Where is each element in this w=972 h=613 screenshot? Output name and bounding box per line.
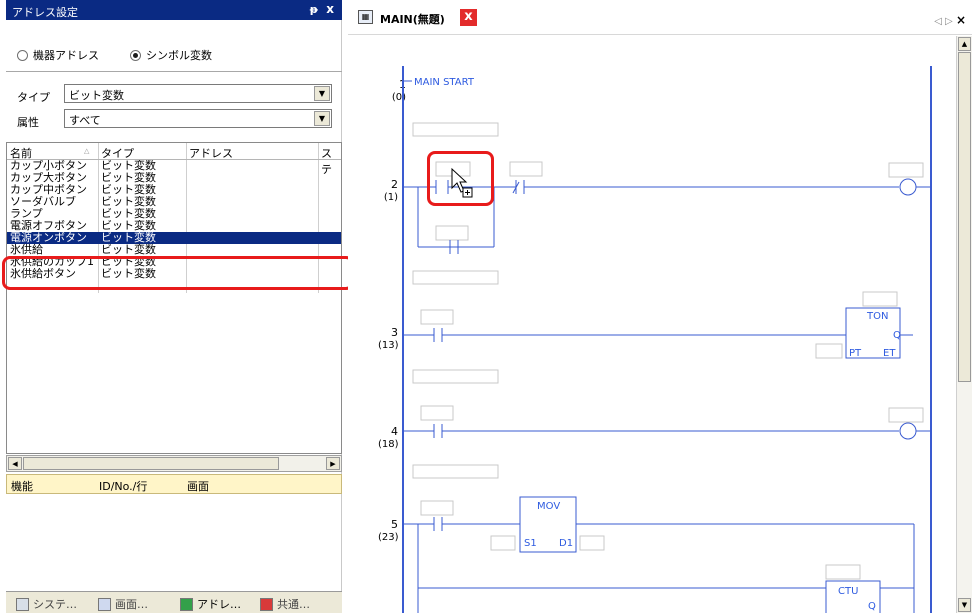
- row-name: カップ大ボタン: [10, 172, 87, 184]
- tab-system[interactable]: システ…: [16, 596, 77, 612]
- close-panel-icon[interactable]: x: [326, 2, 334, 16]
- scroll-up-icon[interactable]: ▲: [958, 37, 971, 51]
- close-tab-icon[interactable]: x: [460, 9, 477, 26]
- horizontal-scrollbar[interactable]: ◀ ▶: [6, 455, 342, 472]
- panel-title: アドレス設定: [12, 6, 78, 19]
- row-name: ソーダバルブ: [10, 196, 76, 208]
- pin-icon[interactable]: ᵽ: [310, 3, 318, 16]
- vertical-scrollbar[interactable]: ▲ ▼: [956, 36, 972, 613]
- selection-highlight: [2, 256, 354, 290]
- table-row[interactable]: ランプ ビット変数: [7, 208, 341, 220]
- svg-text:CTU: CTU: [838, 586, 858, 597]
- svg-text:Q: Q: [893, 330, 901, 341]
- row-name: カップ中ボタン: [10, 184, 87, 196]
- panel-title-bar: アドレス設定 ᵽ x: [6, 0, 342, 20]
- row-type: ビット変数: [101, 196, 156, 208]
- ladder-icon: ▦: [358, 10, 373, 24]
- bottom-tab-bar: システ… 画面… アドレ… 共通…: [6, 591, 342, 613]
- svg-text:S1: S1: [524, 538, 537, 549]
- table-row[interactable]: カップ中ボタン ビット変数: [7, 184, 341, 196]
- ladder-diagram[interactable]: MAIN START TON Q PT ET MOV S1 D1 CTU Q: [348, 36, 956, 613]
- row-name: 電源オフボタン: [10, 220, 87, 232]
- tab-nav[interactable]: ◁ ▷ ×: [934, 13, 966, 27]
- contact-highlight: [427, 151, 494, 206]
- scroll-thumb[interactable]: [958, 52, 971, 382]
- address-settings-panel: アドレス設定 ᵽ x 機器アドレス シンボル変数 タイプ ビット変数 ▼ 属性 …: [0, 0, 354, 613]
- screen-icon: [98, 598, 111, 611]
- scroll-thumb[interactable]: [23, 457, 279, 470]
- common-icon: [260, 598, 273, 611]
- document-tab-bar: ▦ MAIN(無題) x ◁ ▷ ×: [348, 0, 972, 35]
- col-type[interactable]: タイプ: [101, 145, 134, 161]
- chevron-down-icon[interactable]: ▼: [314, 111, 330, 126]
- row-type: ビット変数: [101, 172, 156, 184]
- row-name: カップ小ボタン: [10, 160, 87, 172]
- type-label: タイプ: [17, 91, 50, 104]
- svg-text:TON: TON: [866, 311, 888, 322]
- row-name: 氷供給: [10, 244, 43, 256]
- row-type: ビット変数: [101, 160, 156, 172]
- symbol-table: 名前 △ タイプ アドレス ステ カップ小ボタン ビット変数 カップ大ボタン ビット変…: [6, 142, 342, 454]
- address-icon: [180, 598, 193, 611]
- tab-common[interactable]: 共通…: [260, 596, 310, 612]
- main-start-label: MAIN START: [414, 77, 475, 88]
- table-row[interactable]: カップ小ボタン ビット変数: [7, 160, 341, 172]
- ladder-editor: ▦ MAIN(無題) x ◁ ▷ × 1(0) 2(1) 3(13) 4(18)…: [348, 0, 972, 613]
- svg-text:PT: PT: [849, 348, 862, 359]
- table-row[interactable]: 電源オフボタン ビット変数: [7, 220, 341, 232]
- svg-text:Q: Q: [868, 601, 876, 612]
- row-name: ランプ: [10, 208, 43, 220]
- chevron-down-icon[interactable]: ▼: [314, 86, 330, 101]
- row-type: ビット変数: [101, 220, 156, 232]
- table-row[interactable]: 氷供給 ビット変数: [7, 244, 341, 256]
- radio-device-address[interactable]: 機器アドレス: [17, 47, 99, 63]
- row-type: ビット変数: [101, 244, 156, 256]
- radio-circle-icon[interactable]: [17, 50, 28, 61]
- scroll-down-icon[interactable]: ▼: [958, 598, 971, 612]
- table-row[interactable]: ソーダバルブ ビット変数: [7, 196, 341, 208]
- scroll-right-icon[interactable]: ▶: [326, 457, 340, 470]
- sort-icon: △: [84, 147, 90, 155]
- type-select[interactable]: ビット変数 ▼: [64, 84, 332, 103]
- divider: [6, 71, 342, 72]
- system-icon: [16, 598, 29, 611]
- row-type: ビット変数: [101, 232, 156, 244]
- col-address[interactable]: アドレス: [189, 145, 233, 161]
- scroll-left-icon[interactable]: ◀: [8, 457, 22, 470]
- row-type: ビット変数: [101, 208, 156, 220]
- radio-selected-icon[interactable]: [130, 50, 141, 61]
- col-name[interactable]: 名前: [10, 145, 32, 161]
- tab-screen[interactable]: 画面…: [98, 596, 148, 612]
- attribute-select[interactable]: すべて ▼: [64, 109, 332, 128]
- ladder-canvas[interactable]: 1(0) 2(1) 3(13) 4(18) 5(23) MAIN START: [348, 36, 956, 613]
- table-row[interactable]: カップ大ボタン ビット変数: [7, 172, 341, 184]
- radio-symbol-variable[interactable]: シンボル変数: [130, 47, 212, 63]
- svg-text:MOV: MOV: [537, 501, 560, 512]
- tab-address[interactable]: アドレ…: [180, 596, 241, 612]
- table-row[interactable]: 電源オンボタン ビット変数: [7, 232, 341, 244]
- table-header: 名前 △ タイプ アドレス ステ: [7, 143, 341, 176]
- row-type: ビット変数: [101, 184, 156, 196]
- svg-text:D1: D1: [559, 538, 573, 549]
- svg-text:ET: ET: [883, 348, 896, 359]
- close-icon[interactable]: ×: [956, 13, 966, 27]
- attribute-label: 属性: [17, 116, 39, 129]
- row-name: 電源オンボタン: [10, 232, 87, 244]
- function-list-header: 機能 ID/No./行 画面: [6, 474, 342, 494]
